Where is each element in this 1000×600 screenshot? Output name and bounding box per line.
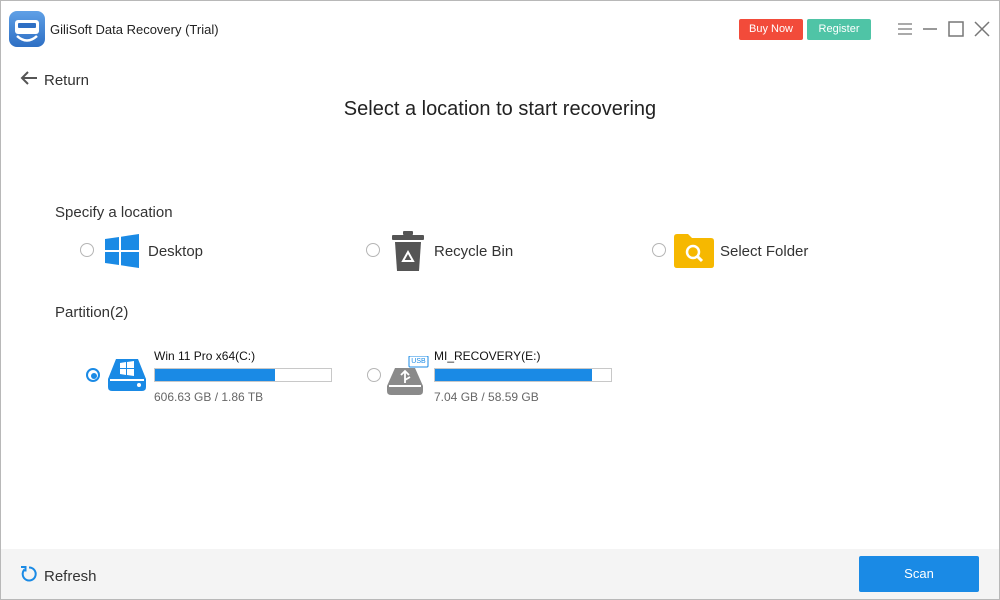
refresh-button[interactable]: Refresh <box>20 565 97 588</box>
partition-c-usage-bar <box>154 368 332 382</box>
select-folder-label[interactable]: Select Folder <box>720 243 808 260</box>
app-title: GiliSoft Data Recovery (Trial) <box>50 22 219 37</box>
arrow-left-icon <box>20 70 38 91</box>
partition-e-usage-bar <box>434 368 612 382</box>
partition-c-name[interactable]: Win 11 Pro x64(C:) <box>154 349 255 363</box>
page-title: Select a location to start recovering <box>343 98 657 120</box>
register-button[interactable]: Register <box>807 19 871 40</box>
return-label: Return <box>44 71 90 89</box>
maximize-icon[interactable] <box>947 20 965 38</box>
windows-icon <box>105 234 139 273</box>
folder-search-icon <box>674 234 714 273</box>
buy-now-button[interactable]: Buy Now <box>739 19 803 40</box>
recycle-bin-label[interactable]: Recycle Bin <box>434 243 513 260</box>
scan-button[interactable]: Scan <box>859 556 979 592</box>
usb-badge: USB <box>411 358 426 365</box>
app-logo-icon <box>9 11 45 47</box>
recycle-bin-icon <box>391 231 425 276</box>
usb-drive-icon[interactable]: USB <box>387 355 429 401</box>
refresh-icon <box>20 565 38 588</box>
partition-c-usage-fill <box>155 369 275 381</box>
close-icon[interactable] <box>973 20 991 38</box>
select-folder-radio[interactable] <box>652 243 666 257</box>
windows-drive-icon[interactable] <box>108 359 146 396</box>
partition-e-usage-fill <box>435 369 592 381</box>
specify-location-label: Specify a location <box>55 204 173 221</box>
refresh-label: Refresh <box>44 568 97 585</box>
partition-section-label: Partition(2) <box>55 304 129 321</box>
minimize-icon[interactable] <box>921 20 939 38</box>
desktop-radio[interactable] <box>80 243 94 257</box>
partition-e-size: 7.04 GB / 58.59 GB <box>434 390 539 404</box>
partition-e-name[interactable]: MI_RECOVERY(E:) <box>434 349 540 363</box>
title-bar: GiliSoft Data Recovery (Trial) Buy Now R… <box>0 0 1000 60</box>
desktop-label[interactable]: Desktop <box>148 243 203 260</box>
menu-icon[interactable] <box>896 20 914 38</box>
partition-e-radio[interactable] <box>367 368 381 382</box>
footer-bar <box>1 549 999 599</box>
recycle-bin-radio[interactable] <box>366 243 380 257</box>
app-window <box>0 0 1000 600</box>
return-button[interactable]: Return <box>20 70 89 90</box>
partition-c-size: 606.63 GB / 1.86 TB <box>154 390 264 404</box>
partition-c-radio[interactable] <box>86 368 100 382</box>
